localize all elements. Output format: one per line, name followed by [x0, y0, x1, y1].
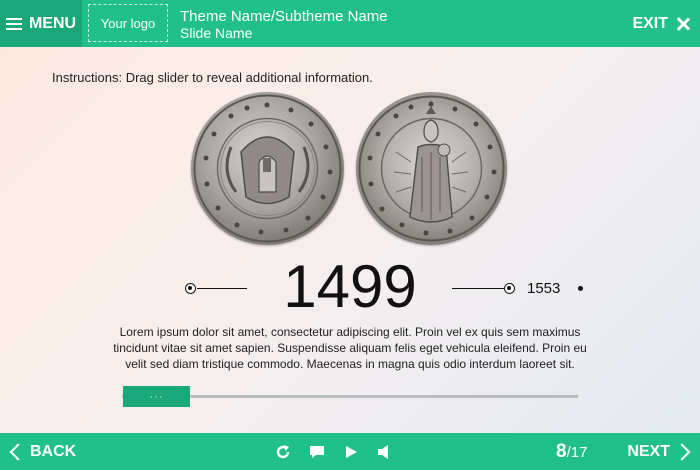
current-year: 1499	[283, 253, 417, 320]
slider-track[interactable]	[122, 395, 578, 398]
hamburger-icon	[5, 17, 22, 30]
slider-grip-icon: ···	[149, 390, 164, 403]
menu-label: MENU	[28, 14, 77, 32]
instructions-text: Instructions: Drag slider to reveal addi…	[52, 70, 373, 85]
media-controls	[275, 433, 393, 470]
timeline-prev-marker[interactable]	[185, 283, 196, 294]
slider-handle[interactable]: ···	[123, 386, 190, 407]
footer-bar: BACK 8/17 NEXT	[0, 433, 700, 470]
comment-icon[interactable]	[309, 444, 325, 460]
close-icon	[676, 17, 690, 31]
timeline-line-right	[452, 288, 504, 289]
chevron-right-icon	[673, 443, 691, 460]
menu-button[interactable]: MENU	[0, 0, 82, 47]
back-label: BACK	[30, 442, 77, 460]
page-total: /17	[566, 444, 588, 461]
timeline-end-dot	[578, 286, 583, 291]
next-label: NEXT	[627, 442, 670, 460]
slide-name: Slide Name	[180, 25, 253, 41]
timeline-next-marker[interactable]	[504, 283, 515, 294]
play-icon[interactable]	[343, 444, 359, 460]
volume-icon[interactable]	[377, 444, 393, 460]
exit-label: EXIT	[632, 14, 668, 32]
timeline-line-left	[197, 288, 247, 289]
chevron-left-icon	[9, 443, 27, 460]
page-current: 8	[556, 441, 567, 462]
page-counter: 8/17	[556, 441, 587, 463]
logo-placeholder: Your logo	[88, 4, 168, 42]
back-button[interactable]: BACK	[8, 433, 76, 470]
next-button[interactable]: NEXT	[627, 433, 692, 470]
coin-reverse-image	[356, 92, 507, 245]
next-year-label: 1553	[527, 280, 561, 297]
description-text: Lorem ipsum dolor sit amet, consectetur …	[113, 325, 587, 371]
exit-button[interactable]: EXIT	[632, 0, 690, 47]
theme-title: Theme Name/Subtheme Name	[180, 8, 388, 25]
header-bar: MENU Your logo Theme Name/Subtheme Name …	[0, 0, 700, 47]
coin-obverse-image	[191, 92, 344, 245]
replay-icon[interactable]	[275, 444, 291, 460]
